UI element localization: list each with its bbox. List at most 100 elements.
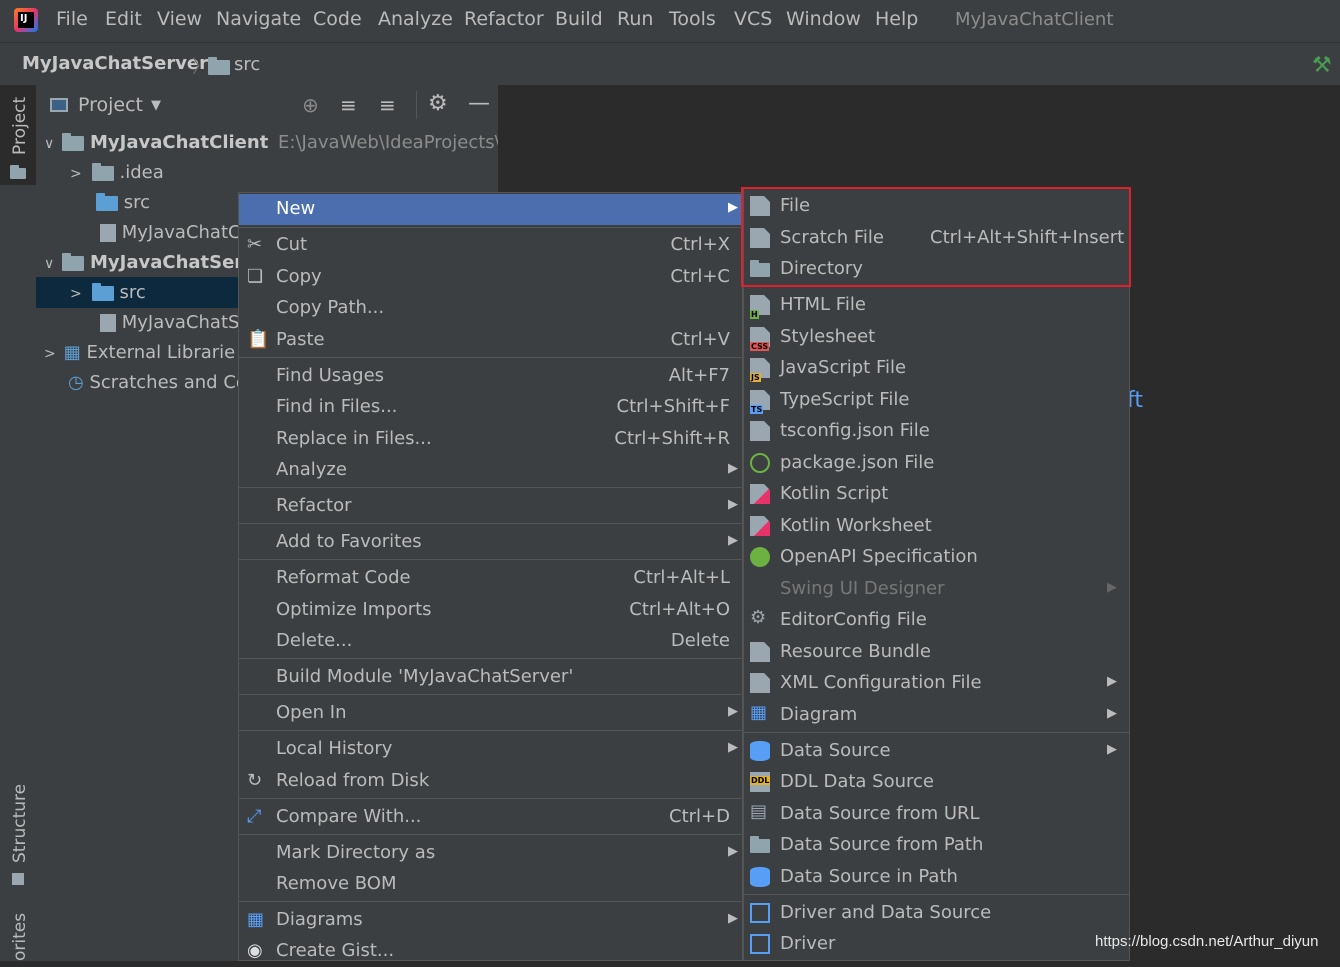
submenu-item-diagram[interactable]: ▦ Diagram ▶ [744, 700, 1129, 731]
chevron-right-icon: ▶ [728, 497, 738, 512]
submenu-item-openapi-specification[interactable]: OpenAPI Specification [744, 542, 1129, 573]
project-view-title[interactable]: Project [78, 94, 143, 116]
menu-tools[interactable]: Tools [669, 8, 716, 30]
menu-navigate[interactable]: Navigate [216, 8, 301, 30]
project-tool-tab[interactable]: Project [0, 85, 36, 185]
menu-item-remove-bom[interactable]: Remove BOM [239, 869, 742, 900]
tree-node-external-libraries[interactable]: > ▦ External Librarie [44, 342, 235, 363]
submenu-item-typescript-file[interactable]: TS TypeScript File [744, 385, 1129, 416]
tree-node-label: src [123, 192, 151, 213]
menu-item-find-usages[interactable]: Find Usages Alt+F7 [239, 361, 742, 392]
submenu-item-html-file[interactable]: H HTML File [744, 290, 1129, 321]
menu-analyze[interactable]: Analyze [378, 8, 453, 30]
menu-item-open-in[interactable]: Open In ▶ [239, 698, 742, 729]
expand-all-icon[interactable]: ≡ [340, 93, 357, 117]
menu-item-find-in-files[interactable]: Find in Files... Ctrl+Shift+F [239, 392, 742, 423]
folder-icon [208, 57, 230, 75]
menu-item-delete[interactable]: Delete... Delete [239, 626, 742, 657]
tree-node-scratches[interactable]: ◷ Scratches and Co [68, 372, 247, 393]
submenu-item-package-json-file[interactable]: package.json File [744, 448, 1129, 479]
menu-item-reload-from-disk[interactable]: ↻ Reload from Disk [239, 766, 742, 797]
project-panel-header: Project ▼ ⊕ ≡ ≡ ⚙ — [36, 85, 498, 125]
watermark-url: https://blog.csdn.net/Arthur_diyun [1095, 933, 1319, 950]
hammer-build-icon[interactable]: ⚒ [1312, 53, 1332, 78]
chevron-down-icon[interactable]: ▼ [151, 98, 161, 113]
divider [416, 91, 417, 119]
openapi-icon [750, 547, 770, 567]
tree-node-label: .idea [119, 162, 164, 183]
menu-refactor[interactable]: Refactor [464, 8, 544, 30]
tree-node-server-src[interactable]: > src [70, 282, 146, 303]
menu-item-copy-path[interactable]: Copy Path... [239, 293, 742, 324]
navigation-bar: MyJavaChatServer 〉 src ⚒ [0, 42, 1340, 86]
folder-icon [91, 162, 114, 181]
iml-file-icon [100, 224, 116, 242]
menu-item-compare-with[interactable]: ⤢ Compare With... Ctrl+D [239, 802, 742, 833]
menu-vcs[interactable]: VCS [734, 8, 772, 30]
menu-item-new[interactable]: New ▶ [239, 194, 742, 225]
breadcrumb-folder[interactable]: src [234, 54, 260, 75]
project-tab-label: Project [10, 96, 30, 155]
collapse-all-icon[interactable]: ≡ [379, 93, 396, 117]
submenu-item-stylesheet[interactable]: CSS Stylesheet [744, 322, 1129, 353]
menu-item-add-to-favorites[interactable]: Add to Favorites ▶ [239, 527, 742, 558]
menu-item-copy[interactable]: ❏ Copy Ctrl+C [239, 262, 742, 293]
menu-view[interactable]: View [157, 8, 202, 30]
tree-node-server-iml[interactable]: MyJavaChatS [100, 312, 239, 333]
tree-node-label: MyJavaChatServ [89, 252, 255, 273]
new-submenu: File Scratch File Ctrl+Alt+Shift+Insert D… [743, 188, 1130, 961]
submenu-item-driver-and-data-source[interactable]: Driver and Data Source [744, 898, 1129, 929]
chevron-right-icon: ▶ [728, 704, 738, 719]
submenu-item-kotlin-worksheet[interactable]: Kotlin Worksheet [744, 511, 1129, 542]
tree-node-idea[interactable]: > .idea [70, 162, 164, 183]
menu-item-replace-in-files[interactable]: Replace in Files... Ctrl+Shift+R [239, 424, 742, 455]
menu-help[interactable]: Help [875, 8, 918, 30]
menu-run[interactable]: Run [617, 8, 653, 30]
submenu-item-ddl-data-source[interactable]: DDL DDL Data Source [744, 767, 1129, 798]
tree-node-client-src[interactable]: src [96, 192, 150, 213]
submenu-item-data-source[interactable]: Data Source ▶ [744, 736, 1129, 767]
menu-file[interactable]: File [56, 8, 88, 30]
submenu-item-xml-configuration-file[interactable]: XML Configuration File ▶ [744, 668, 1129, 699]
menu-item-local-history[interactable]: Local History ▶ [239, 734, 742, 765]
submenu-item-javascript-file[interactable]: JS JavaScript File [744, 353, 1129, 384]
submenu-item-resource-bundle[interactable]: Resource Bundle [744, 637, 1129, 668]
favorites-tool-tab[interactable]: orites [0, 913, 36, 961]
submenu-item-data-source-in-path[interactable]: Data Source in Path [744, 862, 1129, 893]
window-title: MyJavaChatClient [955, 9, 1114, 30]
submenu-item-tsconfig-file[interactable]: tsconfig.json File [744, 416, 1129, 447]
menu-item-mark-directory-as[interactable]: Mark Directory as ▶ [239, 838, 742, 869]
menu-item-build-module[interactable]: Build Module 'MyJavaChatServer' [239, 662, 742, 693]
tree-node-myjavachatserver[interactable]: ∨ MyJavaChatServ [44, 252, 255, 273]
menu-edit[interactable]: Edit [105, 8, 142, 30]
menu-code[interactable]: Code [313, 8, 362, 30]
tree-node-client-iml[interactable]: MyJavaChatC [100, 222, 241, 243]
menu-item-create-gist[interactable]: ◉ Create Gist... [239, 936, 742, 967]
divider [239, 798, 742, 799]
menu-item-reformat-code[interactable]: Reformat Code Ctrl+Alt+L [239, 563, 742, 594]
menu-item-analyze[interactable]: Analyze ▶ [239, 455, 742, 486]
structure-tool-tab[interactable]: Structure [0, 784, 36, 895]
submenu-item-editorconfig-file[interactable]: ⚙ EditorConfig File [744, 605, 1129, 636]
menu-item-diagrams[interactable]: ▦ Diagrams ▶ [239, 905, 742, 936]
gear-icon[interactable]: ⚙ [428, 91, 448, 116]
menu-window[interactable]: Window [786, 8, 861, 30]
breadcrumb-project[interactable]: MyJavaChatServer [22, 53, 208, 74]
divider [239, 357, 742, 358]
submenu-item-driver[interactable]: Driver [744, 929, 1129, 960]
submenu-item-kotlin-script[interactable]: Kotlin Script [744, 479, 1129, 510]
locate-icon[interactable]: ⊕ [302, 93, 319, 117]
menu-item-cut[interactable]: ✂ Cut Ctrl+X [239, 230, 742, 261]
menu-build[interactable]: Build [555, 8, 603, 30]
submenu-item-data-source-from-url[interactable]: ▤ Data Source from URL [744, 799, 1129, 830]
menu-item-refactor[interactable]: Refactor ▶ [239, 491, 742, 522]
reload-icon: ↻ [247, 770, 263, 791]
tree-node-myjavachatclient[interactable]: ∨ MyJavaChatClient E:\JavaWeb\IdeaProjec… [44, 132, 515, 153]
tree-node-path: E:\JavaWeb\IdeaProjects\w [278, 132, 516, 153]
link-icon: ▤ [750, 801, 768, 822]
menu-item-paste[interactable]: 📋 Paste Ctrl+V [239, 325, 742, 356]
driver-icon [750, 903, 770, 923]
menu-item-optimize-imports[interactable]: Optimize Imports Ctrl+Alt+O [239, 595, 742, 626]
submenu-item-data-source-from-path[interactable]: Data Source from Path [744, 830, 1129, 861]
hide-panel-icon[interactable]: — [468, 91, 490, 116]
